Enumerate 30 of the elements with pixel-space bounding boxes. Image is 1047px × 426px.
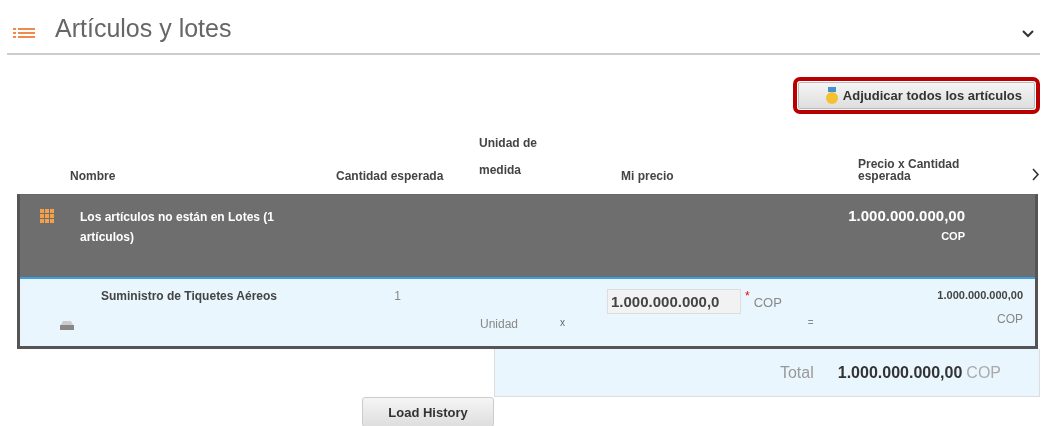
group-amount: 1.000.000.000,00: [848, 207, 965, 224]
line-amount: 1.000.000.000,00: [937, 289, 1023, 301]
total-label: Total: [779, 363, 814, 382]
total-currency: COP: [966, 363, 1001, 382]
medal-icon: [824, 86, 839, 105]
group-currency: COP: [941, 230, 965, 242]
column-header: Cantidad esperada: [336, 169, 445, 183]
item-name: Suministro de Tiquetes Aéreos: [101, 289, 279, 305]
tray-icon: [60, 321, 74, 330]
price-field[interactable]: 1.000.000.000,0: [607, 289, 741, 314]
column-header: Nombre: [70, 169, 117, 183]
list-icon: [13, 28, 35, 38]
equals-sign: =: [807, 317, 814, 328]
unit-cell-text: Unidad: [480, 317, 519, 333]
group-label: Los artículos no están en Lotes (1 artículos): [80, 209, 276, 247]
price-currency: COP: [753, 295, 782, 310]
chevron-icon[interactable]: [1022, 29, 1034, 38]
load-history-button[interactable]: Load History: [362, 397, 494, 426]
quantity-cell-text: 1: [393, 289, 402, 305]
total-amount: 1.000.000.000,00: [837, 363, 963, 382]
line-currency: COP: [997, 312, 1023, 326]
award-all-button[interactable]: Adjudicar todos los artículos: [797, 82, 1035, 109]
grid-icon: [40, 209, 54, 223]
column-header: Mi precio: [620, 169, 675, 183]
chevron-right-icon[interactable]: [1032, 168, 1040, 181]
required-mark: *: [745, 289, 750, 303]
times-sign: x: [560, 317, 566, 330]
column-header: Precio x Cantidad esperada: [858, 159, 961, 183]
section-title: Artículos y lotes: [55, 14, 233, 43]
column-header: Unidad de medida: [478, 135, 538, 179]
